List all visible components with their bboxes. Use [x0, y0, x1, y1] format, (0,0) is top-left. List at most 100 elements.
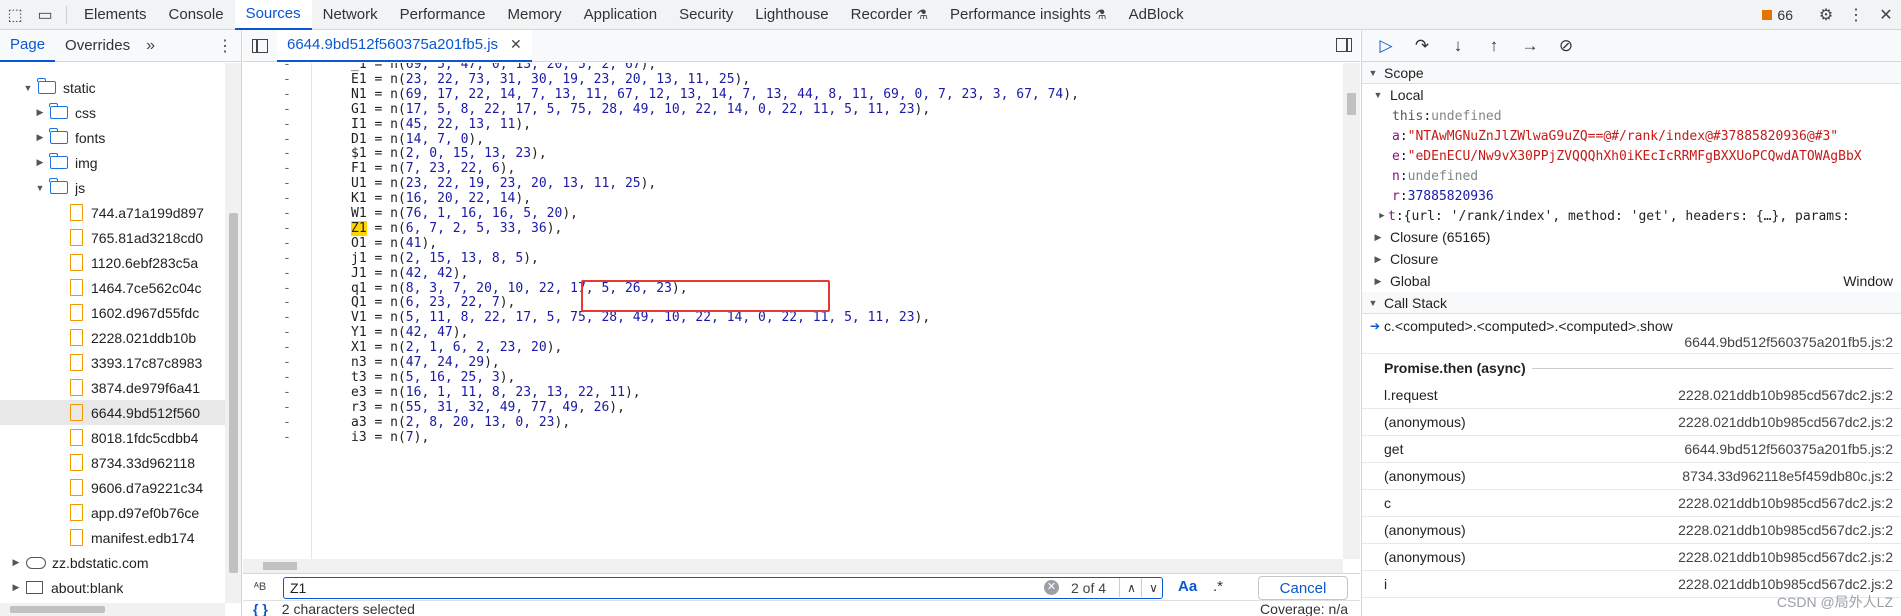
tree-item[interactable]: ▶ about:blank: [0, 575, 225, 600]
expanded-arrow-icon[interactable]: ▼: [34, 183, 46, 193]
code-scroll-thumb[interactable]: [1347, 93, 1356, 115]
close-tab-icon[interactable]: ✕: [510, 36, 522, 53]
tree-item[interactable]: 1602.d967d55fdc: [0, 300, 225, 325]
tree-item[interactable]: 8018.1fdc5cdbb4: [0, 425, 225, 450]
tree-item[interactable]: ▼ static: [0, 75, 225, 100]
tab-adblock[interactable]: AdBlock: [1118, 0, 1195, 30]
tree-item[interactable]: 9606.d7a9221c34: [0, 475, 225, 500]
call-frame[interactable]: (anonymous) 2228.021ddb10b985cd567dc2.js:…: [1362, 544, 1901, 571]
call-frame[interactable]: l.request 2228.021ddb10b985cd567dc2.js:2: [1362, 382, 1901, 409]
tree-item[interactable]: 6644.9bd512f560: [0, 400, 225, 425]
next-match-icon[interactable]: ∨: [1141, 578, 1165, 597]
tree-item[interactable]: 3874.de979f6a41: [0, 375, 225, 400]
deactivate-breakpoints-icon[interactable]: ⊘: [1548, 33, 1584, 59]
replace-toggle-icon[interactable]: ᴬB: [243, 581, 277, 593]
collapsed-arrow-icon[interactable]: ▶: [1372, 254, 1384, 265]
call-frame[interactable]: (anonymous) 2228.021ddb10b985cd567dc2.js:…: [1362, 409, 1901, 436]
collapsed-arrow-icon[interactable]: ▶: [10, 582, 22, 593]
call-stack-header[interactable]: ▼ Call Stack: [1362, 292, 1901, 314]
tab-console[interactable]: Console: [158, 0, 235, 30]
scope-variable[interactable]: n: undefined: [1362, 166, 1901, 186]
file-tab[interactable]: 6644.9bd512f560375a201fb5.js ✕: [277, 29, 532, 62]
inspect-element-icon[interactable]: ⬚: [0, 0, 30, 30]
tab-recorder[interactable]: Recorder ⚗: [840, 0, 939, 30]
code-scrollbar[interactable]: [1343, 63, 1360, 559]
gear-icon[interactable]: ⚙: [1811, 0, 1841, 30]
resume-icon[interactable]: ▷: [1368, 33, 1404, 59]
clear-search-icon[interactable]: ✕: [1044, 580, 1059, 595]
call-frame[interactable]: (anonymous) 2228.021ddb10b985cd567dc2.js:…: [1362, 517, 1901, 544]
expanded-arrow-icon[interactable]: ▼: [22, 83, 34, 93]
local-scope-header[interactable]: ▼ Local: [1362, 84, 1901, 106]
toggle-navigator-icon[interactable]: [243, 30, 277, 62]
step-icon[interactable]: →: [1512, 33, 1548, 59]
tree-item[interactable]: 744.a71a199d897: [0, 200, 225, 225]
navigator-menu-icon[interactable]: ⋮: [217, 36, 233, 56]
collapsed-arrow-icon[interactable]: ▶: [34, 157, 46, 168]
pretty-print-icon[interactable]: { }: [253, 601, 268, 616]
tab-page[interactable]: Page: [0, 30, 56, 62]
more-tabs-icon[interactable]: »: [140, 37, 161, 55]
tree-item[interactable]: 3393.17c87c8983: [0, 350, 225, 375]
issues-badge[interactable]: 66: [1762, 7, 1793, 23]
tree-item[interactable]: 8734.33d962118: [0, 450, 225, 475]
toggle-debugger-icon[interactable]: [1336, 38, 1352, 52]
scope-header[interactable]: ▼ Scope: [1362, 62, 1901, 84]
search-input[interactable]: [284, 579, 984, 597]
tab-network[interactable]: Network: [312, 0, 389, 30]
tree-item[interactable]: ▶ zz.bdstatic.com: [0, 550, 225, 575]
scope-variable[interactable]: this: undefined: [1362, 106, 1901, 126]
collapsed-arrow-icon[interactable]: ▶: [34, 107, 46, 118]
tree-item[interactable]: 2228.021ddb10b: [0, 325, 225, 350]
call-frame[interactable]: get 6644.9bd512f560375a201fb5.js:2: [1362, 436, 1901, 463]
tab-memory[interactable]: Memory: [497, 0, 573, 30]
tab-elements[interactable]: Elements: [73, 0, 158, 30]
scope-item[interactable]: ▶ Closure (65165): [1362, 226, 1901, 248]
collapsed-arrow-icon[interactable]: ▶: [1376, 211, 1388, 221]
scope-variable[interactable]: a: "NTAwMGNuZnJlZWlwaG9uZQ==@#/rank/inde…: [1362, 126, 1901, 146]
previous-match-icon[interactable]: ∧: [1119, 578, 1143, 597]
tab-sources[interactable]: Sources: [234, 0, 312, 30]
code-hscrollbar[interactable]: [243, 559, 1343, 573]
tree-item[interactable]: manifest.edb174: [0, 525, 225, 550]
tree-item[interactable]: ▼ js: [0, 175, 225, 200]
tree-item[interactable]: ▶ css: [0, 100, 225, 125]
tree-item[interactable]: 1120.6ebf283c5a: [0, 250, 225, 275]
tree-item[interactable]: ▶ img: [0, 150, 225, 175]
navigator-scrollbar[interactable]: [225, 63, 241, 603]
scope-item[interactable]: ▶ Global Window: [1362, 270, 1901, 292]
tab-performance[interactable]: Performance: [389, 0, 497, 30]
device-toolbar-icon[interactable]: ▭: [30, 0, 60, 30]
navigator-hscrollbar[interactable]: [0, 603, 225, 616]
close-icon[interactable]: ✕: [1871, 0, 1901, 30]
collapsed-arrow-icon[interactable]: ▶: [1372, 232, 1384, 243]
match-case-button[interactable]: Aa: [1178, 578, 1197, 595]
kebab-menu-icon[interactable]: ⋮: [1841, 0, 1871, 30]
step-into-icon[interactable]: ↓: [1440, 33, 1476, 59]
tab-overrides[interactable]: Overrides: [55, 30, 140, 62]
regex-button[interactable]: .*: [1213, 578, 1223, 595]
tab-lighthouse[interactable]: Lighthouse: [744, 0, 839, 30]
collapsed-arrow-icon[interactable]: ▶: [1372, 276, 1384, 287]
step-out-icon[interactable]: ↑: [1476, 33, 1512, 59]
code-hscroll-thumb[interactable]: [263, 562, 297, 570]
tree-item[interactable]: 1464.7ce562c04c: [0, 275, 225, 300]
navigator-hscroll-thumb[interactable]: [10, 606, 105, 613]
tree-item[interactable]: ▶ fonts: [0, 125, 225, 150]
tab-security[interactable]: Security: [668, 0, 744, 30]
scope-variable[interactable]: r: 37885820936: [1362, 186, 1901, 206]
tree-item[interactable]: 765.81ad3218cd0: [0, 225, 225, 250]
scope-variable[interactable]: e: "eDEnECU/Nw9vX30PPjZVQQQhXh0iKEcIcRRM…: [1362, 146, 1901, 166]
tab-performance-insights[interactable]: Performance insights ⚗: [939, 0, 1118, 30]
collapsed-arrow-icon[interactable]: ▶: [10, 557, 22, 568]
scope-item[interactable]: ▶ Closure: [1362, 248, 1901, 270]
tree-item[interactable]: app.d97ef0b76ce: [0, 500, 225, 525]
step-over-icon[interactable]: ↷: [1404, 33, 1440, 59]
collapsed-arrow-icon[interactable]: ▶: [34, 132, 46, 143]
call-frame[interactable]: (anonymous) 8734.33d962118e5f459db80c.js:…: [1362, 463, 1901, 490]
cancel-button[interactable]: Cancel: [1258, 576, 1348, 600]
navigator-scroll-thumb[interactable]: [229, 213, 238, 573]
tab-application[interactable]: Application: [573, 0, 668, 30]
scope-variable[interactable]: ▶ t: {url: '/rank/index', method: 'get', …: [1362, 206, 1901, 226]
call-frame[interactable]: c 2228.021ddb10b985cd567dc2.js:2: [1362, 490, 1901, 517]
